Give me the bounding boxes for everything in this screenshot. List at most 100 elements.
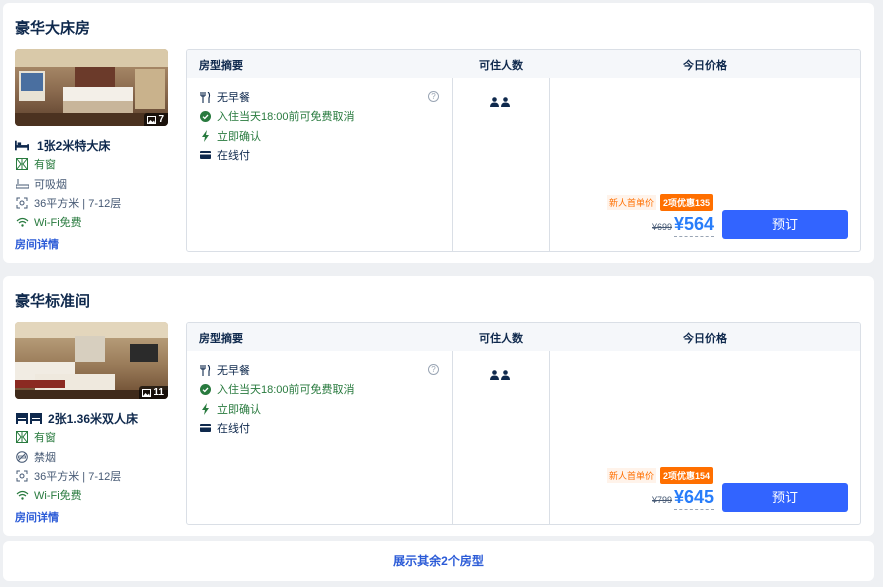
payment-label: 在线付 [217,150,250,162]
column-divider [452,351,453,524]
lightning-icon [199,403,211,415]
original-price: ¥799 [652,495,673,505]
bed-info: 1张2米特大床 [15,137,110,154]
room-title: 豪华标准间 [15,293,91,310]
lightning-icon [199,130,211,142]
card-icon [199,149,211,161]
column-divider [549,351,550,524]
smoking-label: 可吸烟 [34,179,67,191]
column-divider [549,78,550,251]
header-price: 今日价格 [683,60,727,72]
rate-table: 房型摘要 可住人数 今日价格 无早餐 ? 入住当天18:00前可免费取消 立即确… [186,49,861,252]
wifi-info: Wi-Fi免费 [15,487,82,503]
cancel-policy[interactable]: 入住当天18:00前可免费取消 [199,381,355,397]
wifi-icon [15,215,29,229]
original-price: ¥699 [652,222,673,232]
coupon-badge[interactable]: 2项优惠154 [660,467,714,484]
smoking-info: 禁烟 [15,449,56,465]
area-floor-info: 36平方米 | 7-12层 [15,195,121,211]
promo-tags: 新人首单价 2项优惠135 [607,194,714,211]
utensils-icon [199,364,211,376]
cancel-policy-label: 入住当天18:00前可免费取消 [217,384,355,396]
breakfast-label: 无早餐 [217,365,250,377]
window-info: 有窗 [15,429,56,445]
person-icon [490,367,499,385]
room-photo[interactable]: 11 [15,322,168,399]
area-icon [15,469,29,483]
coupon-badge[interactable]: 2项优惠135 [660,194,714,211]
bed-icon [15,139,29,153]
instant-confirm-label: 立即确认 [217,131,261,143]
photo-count: 7 [158,114,164,125]
card-icon [199,422,211,434]
wifi-info: Wi-Fi免费 [15,214,82,230]
window-info: 有窗 [15,156,56,172]
help-icon[interactable]: ? [428,364,439,375]
window-label: 有窗 [34,432,56,444]
twin-bed-icon [15,412,43,426]
occupancy-icons [490,94,510,112]
header-summary: 房型摘要 [199,333,243,345]
help-icon[interactable]: ? [428,91,439,102]
room-card-deluxe-twin: 豪华标准间 11 2张1.36米双人床 有窗 禁烟 36平方米 | 7-12层 … [3,276,874,536]
room-photo[interactable]: 7 [15,49,168,126]
breakfast-info: 无早餐 [199,89,250,105]
person-icon [501,94,510,112]
check-circle-icon [199,110,211,122]
bed-label: 2张1.36米双人床 [48,412,139,426]
payment-info: 在线付 [199,420,250,436]
breakfast-info: 无早餐 [199,362,250,378]
utensils-icon [199,91,211,103]
person-icon [490,94,499,112]
person-icon [501,367,510,385]
photo-count: 11 [153,387,164,398]
column-divider [452,78,453,251]
header-summary: 房型摘要 [199,60,243,72]
window-icon [15,430,29,444]
header-price: 今日价格 [683,333,727,345]
bed-info: 2张1.36米双人床 [15,410,138,427]
current-price[interactable]: ¥564 [674,214,715,237]
rate-table-header: 房型摘要 可住人数 今日价格 [187,50,860,78]
instant-confirm: 立即确认 [199,128,261,144]
payment-label: 在线付 [217,423,250,435]
no-smoking-icon [15,450,29,464]
breakfast-label: 无早餐 [217,92,250,104]
room-details-link[interactable]: 房间详情 [15,509,59,525]
instant-confirm-label: 立即确认 [217,404,261,416]
smoking-icon [15,177,29,191]
new-user-tag: 新人首单价 [607,468,657,483]
image-icon [147,115,157,124]
room-title: 豪华大床房 [15,20,91,37]
area-floor-info: 36平方米 | 7-12层 [15,468,121,484]
smoking-label: 禁烟 [34,452,56,464]
window-icon [15,157,29,171]
book-button[interactable]: 预订 [722,483,848,512]
wifi-label: Wi-Fi免费 [34,490,82,502]
cancel-policy-label: 入住当天18:00前可免费取消 [217,111,355,123]
promo-tags: 新人首单价 2项优惠154 [607,467,714,484]
rate-table-header: 房型摘要 可住人数 今日价格 [187,323,860,351]
room-details-link[interactable]: 房间详情 [15,236,59,252]
smoking-info: 可吸烟 [15,176,67,192]
wifi-icon [15,488,29,502]
area-floor-label: 36平方米 | 7-12层 [34,471,122,483]
cancel-policy[interactable]: 入住当天18:00前可免费取消 [199,108,355,124]
book-button[interactable]: 预订 [722,210,848,239]
occupancy-icons [490,367,510,385]
new-user-tag: 新人首单价 [607,195,657,210]
show-more-room-types-button[interactable]: 展示其余2个房型 [3,541,874,581]
payment-info: 在线付 [199,147,250,163]
header-occupancy: 可住人数 [479,60,523,72]
photo-count-badge[interactable]: 7 [144,113,168,126]
window-label: 有窗 [34,159,56,171]
rate-table: 房型摘要 可住人数 今日价格 无早餐 ? 入住当天18:00前可免费取消 立即确… [186,322,861,525]
image-icon [142,388,152,397]
area-icon [15,196,29,210]
bed-label: 1张2米特大床 [37,139,111,153]
header-occupancy: 可住人数 [479,333,523,345]
current-price[interactable]: ¥645 [674,487,715,510]
instant-confirm: 立即确认 [199,401,261,417]
area-floor-label: 36平方米 | 7-12层 [34,198,122,210]
photo-count-badge[interactable]: 11 [139,386,168,399]
